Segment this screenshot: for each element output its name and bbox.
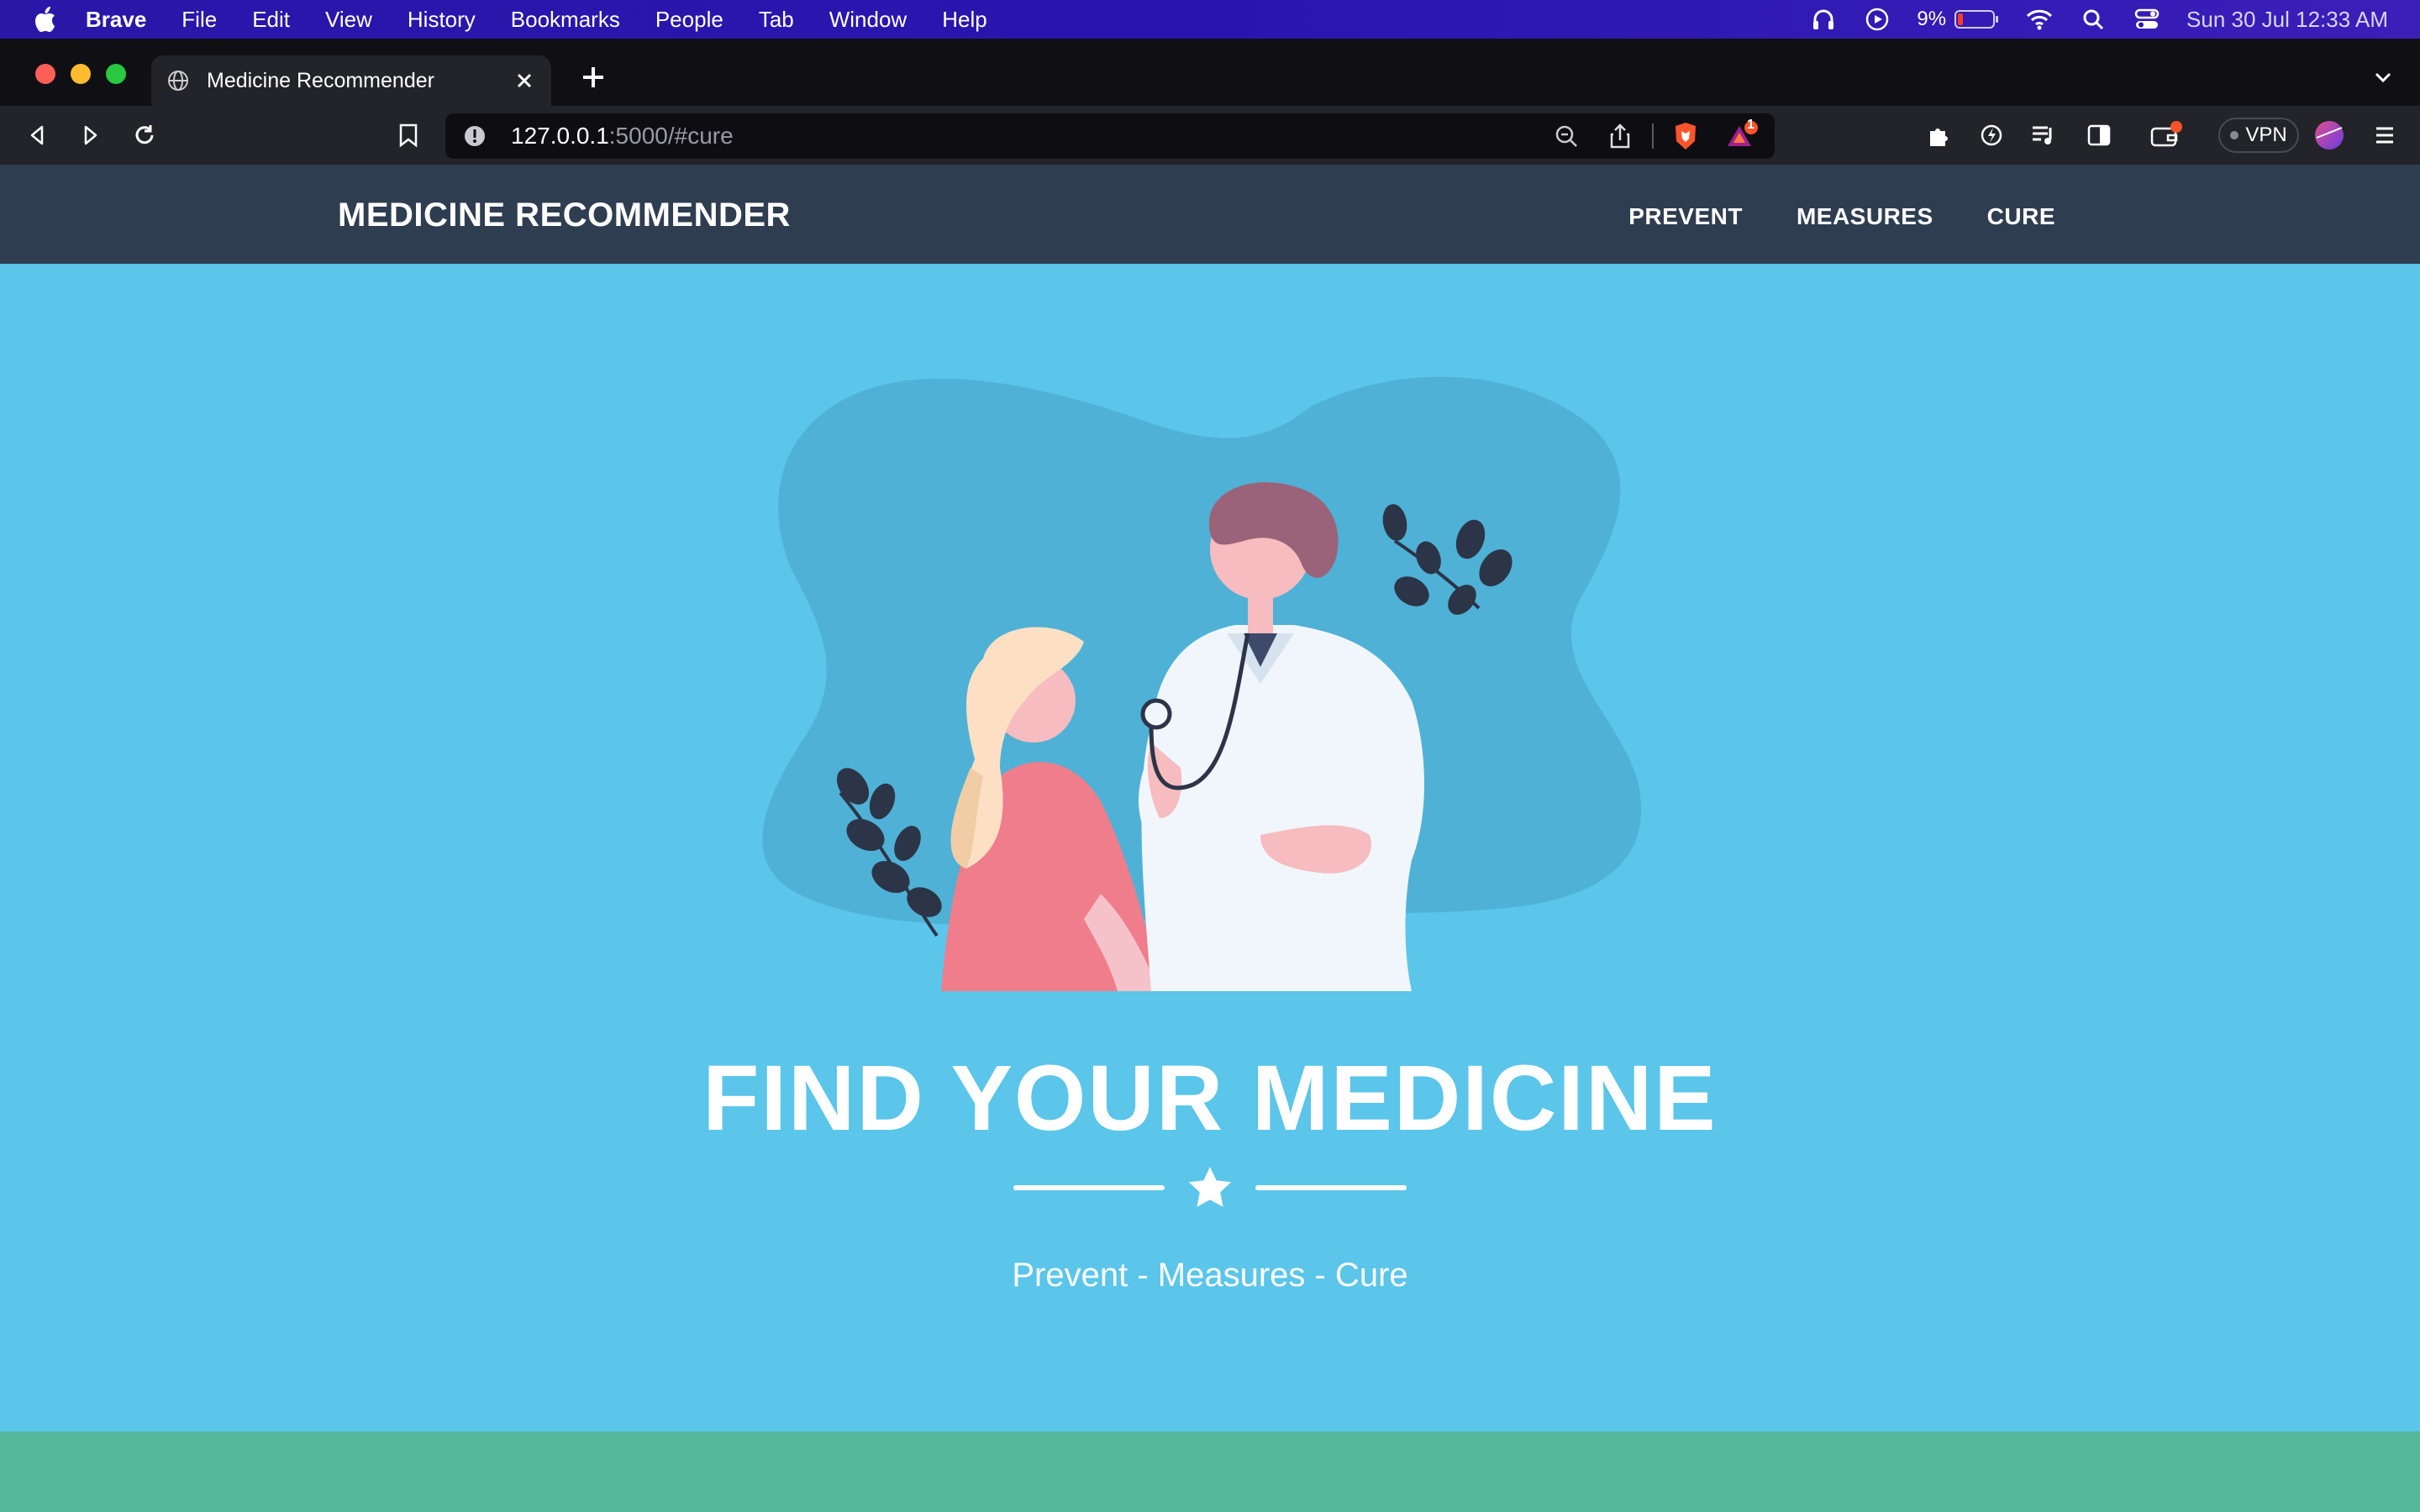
nav-link-prevent[interactable]: PREVENT xyxy=(1628,203,1743,230)
minimize-window-button[interactable] xyxy=(71,64,91,84)
browser-tab-bar: Medicine Recommender xyxy=(0,39,2420,106)
vpn-label: VPN xyxy=(2245,123,2287,146)
menubar-clock[interactable]: Sun 30 Jul 12:33 AM xyxy=(2186,7,2388,33)
menu-icon[interactable] xyxy=(2368,118,2402,152)
hero-section: FIND YOUR MEDICINE Prevent - Measures - … xyxy=(0,264,2420,1431)
star-icon xyxy=(1188,1167,1232,1207)
close-window-button[interactable] xyxy=(35,64,55,84)
battery-icon xyxy=(1954,10,1999,29)
bookmark-icon[interactable] xyxy=(392,118,425,152)
chevron-down-icon[interactable] xyxy=(2370,64,2400,94)
window-controls xyxy=(35,64,126,84)
menu-help[interactable]: Help xyxy=(942,7,986,33)
url-text[interactable]: 127.0.0.1:5000/#cure xyxy=(511,123,734,150)
plus-icon[interactable] xyxy=(576,62,610,96)
battery-status[interactable]: 9% xyxy=(1917,8,2000,31)
url-divider xyxy=(1652,123,1654,149)
active-tab[interactable]: Medicine Recommender xyxy=(151,55,551,106)
menubar-status-area: 9% Sun 30 Jul 12:33 AM xyxy=(1809,0,2388,39)
menu-edit[interactable]: Edit xyxy=(252,7,290,33)
divider-line-left xyxy=(1013,1185,1165,1190)
reload-icon[interactable] xyxy=(128,118,161,152)
next-section-strip xyxy=(0,1431,2420,1512)
battery-percent: 9% xyxy=(1917,8,1947,30)
search-icon[interactable] xyxy=(2079,5,2107,34)
nav-link-measures[interactable]: MEASURES xyxy=(1797,203,1933,230)
brave-rewards-icon[interactable]: 1 xyxy=(1726,118,1760,153)
globe-icon xyxy=(165,67,192,94)
info-icon[interactable] xyxy=(462,123,487,149)
macos-menubar: Brave File Edit View History Bookmarks P… xyxy=(0,0,2420,39)
wallet-icon[interactable] xyxy=(2149,118,2183,152)
star-divider xyxy=(1013,1163,1407,1213)
apple-icon[interactable] xyxy=(32,5,57,34)
profile-icon[interactable] xyxy=(2312,118,2346,152)
zoom-window-button[interactable] xyxy=(106,64,126,84)
site-brand[interactable]: MEDICINE RECOMMENDER xyxy=(338,197,791,234)
control-center-icon[interactable] xyxy=(2133,5,2161,34)
close-icon[interactable] xyxy=(509,66,539,96)
zoom-out-icon[interactable] xyxy=(1549,119,1583,153)
extensions-icon[interactable] xyxy=(1923,118,1956,152)
vpn-status-dot xyxy=(2230,131,2239,139)
menu-app-name[interactable]: Brave xyxy=(86,7,146,33)
doctor-patient-illustration xyxy=(762,376,1642,991)
url-path: :5000/#cure xyxy=(608,123,734,149)
playlist-icon[interactable] xyxy=(2027,118,2060,152)
url-host: 127.0.0.1 xyxy=(511,123,609,149)
menu-people[interactable]: People xyxy=(655,7,723,33)
wifi-icon[interactable] xyxy=(2025,5,2054,34)
brave-shields-icon[interactable] xyxy=(1669,119,1702,153)
sidebar-icon[interactable] xyxy=(2082,118,2116,152)
divider-line-right xyxy=(1255,1185,1407,1190)
site-nav-links: PREVENT MEASURES CURE xyxy=(1628,203,2055,230)
headphones-icon[interactable] xyxy=(1809,5,1838,34)
menu-tab[interactable]: Tab xyxy=(759,7,794,33)
menu-history[interactable]: History xyxy=(408,7,476,33)
forward-icon[interactable] xyxy=(74,118,108,152)
nav-link-cure[interactable]: CURE xyxy=(1987,203,2055,230)
tab-title: Medicine Recommender xyxy=(207,68,434,92)
speedreader-icon[interactable] xyxy=(1975,118,2008,152)
share-icon[interactable] xyxy=(1603,119,1637,153)
browser-toolbar: 127.0.0.1:5000/#cure 1 VPN xyxy=(0,106,2420,165)
hero-title: FIND YOUR MEDICINE xyxy=(702,1047,1718,1150)
back-icon[interactable] xyxy=(20,118,54,152)
menu-file[interactable]: File xyxy=(182,7,217,33)
rewards-badge: 1 xyxy=(1747,118,1754,132)
site-navbar: MEDICINE RECOMMENDER PREVENT MEASURES CU… xyxy=(0,165,2420,264)
menu-bookmarks[interactable]: Bookmarks xyxy=(511,7,620,33)
play-icon[interactable] xyxy=(1863,5,1891,34)
address-bar[interactable]: 127.0.0.1:5000/#cure 1 xyxy=(445,113,1775,159)
hero-subtitle: Prevent - Measures - Cure xyxy=(1012,1257,1408,1294)
menu-window[interactable]: Window xyxy=(829,7,907,33)
menu-view[interactable]: View xyxy=(325,7,372,33)
vpn-button[interactable]: VPN xyxy=(2218,118,2299,153)
